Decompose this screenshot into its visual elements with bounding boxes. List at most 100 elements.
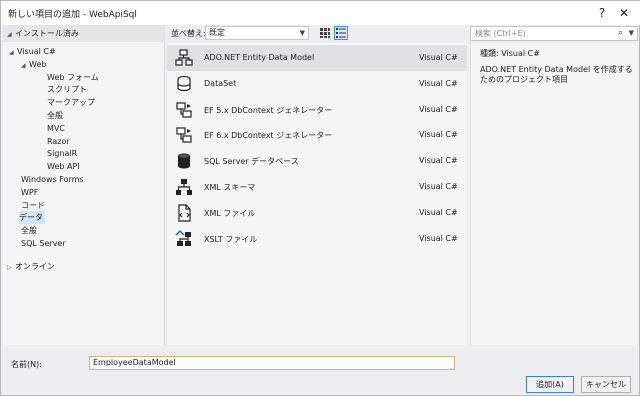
tree-item[interactable]: マークアップ bbox=[47, 96, 95, 109]
tree-item[interactable]: データ bbox=[19, 211, 45, 225]
detail-pane: 種類: Visual C# ADO.NET Entity Data Model … bbox=[470, 43, 638, 345]
tree-item[interactable]: SignalR bbox=[47, 147, 77, 160]
window-title: 新しい項目の追加 - WebApiSql bbox=[8, 10, 137, 20]
tree-item[interactable]: スクリプト bbox=[47, 83, 87, 96]
search-icon[interactable]: ⌕ bbox=[618, 27, 623, 40]
tree-item-label: Web API bbox=[47, 162, 80, 172]
template-item-name: ADO.NET Entity Data Model bbox=[204, 53, 315, 62]
tree-item-label: データ bbox=[19, 213, 43, 223]
online-label: オンライン bbox=[15, 262, 55, 271]
list-view-button[interactable] bbox=[334, 26, 348, 40]
collapse-triangle-icon[interactable]: ◢ bbox=[21, 59, 29, 72]
template-item-language: Visual C# bbox=[419, 53, 458, 62]
installed-label: インストール済み bbox=[15, 29, 79, 38]
tree-item-label: MVC bbox=[47, 123, 65, 133]
xml-schema-icon bbox=[175, 178, 193, 196]
grid-view-button[interactable] bbox=[318, 26, 332, 40]
tree-item[interactable]: ◢ Visual C# bbox=[9, 45, 56, 58]
expand-triangle-icon[interactable]: ▷ bbox=[7, 261, 15, 274]
collapse-triangle-icon[interactable]: ◢ bbox=[7, 28, 15, 41]
tree-item[interactable]: コード bbox=[21, 199, 45, 212]
template-item-name: DataSet bbox=[204, 78, 237, 88]
tree-item-label: スクリプト bbox=[47, 85, 87, 95]
search-options-chevron-icon[interactable]: ▼ bbox=[629, 27, 634, 40]
search-input[interactable]: 検索 (Ctrl+E) ⌕ ▼ bbox=[470, 26, 638, 41]
tree-item[interactable]: 全般 bbox=[47, 109, 63, 122]
template-item-language: Visual C# bbox=[419, 207, 458, 217]
tree-item[interactable]: ◢ Web bbox=[21, 58, 46, 71]
list-toolbar: 並べ替え: 既定 ▼ bbox=[167, 25, 467, 42]
template-item-language: Visual C# bbox=[419, 182, 458, 191]
template-item-name: XML ファイル bbox=[204, 208, 256, 218]
sort-select[interactable]: 既定 ▼ bbox=[205, 26, 309, 40]
database-icon bbox=[175, 152, 193, 170]
template-item[interactable]: XML ファイル Visual C# bbox=[167, 200, 467, 226]
name-input[interactable]: EmployeeDataModel bbox=[89, 356, 455, 370]
template-item-name: XSLT ファイル bbox=[204, 234, 258, 244]
entity-model-icon bbox=[175, 49, 193, 67]
tree-item[interactable]: Web API bbox=[47, 160, 80, 173]
tree-item-online[interactable]: ▷ オンライン bbox=[7, 260, 55, 273]
tree-item-label: Web bbox=[29, 59, 47, 69]
template-list: ADO.NET Entity Data Model Visual C# DataSe… bbox=[167, 43, 467, 345]
name-label: 名前(N): bbox=[11, 360, 42, 369]
tree-item-label: Razor bbox=[47, 136, 70, 146]
template-item[interactable]: ADO.NET Entity Data Model Visual C# bbox=[167, 45, 467, 71]
tree-item[interactable]: 全般 bbox=[21, 224, 37, 237]
chevron-down-icon: ▼ bbox=[299, 29, 305, 37]
search-placeholder: 検索 (Ctrl+E) bbox=[475, 29, 526, 38]
template-item[interactable]: EF 6.x DbContext ジェネレーター Visual C# bbox=[167, 122, 467, 148]
template-kind: 種類: Visual C# bbox=[480, 49, 540, 58]
tree-item[interactable]: Windows Forms bbox=[21, 173, 84, 186]
tree-item-label: マークアップ bbox=[47, 98, 95, 108]
template-item-language: Visual C# bbox=[419, 233, 458, 243]
ef5-generator-icon bbox=[175, 101, 193, 119]
tree-item[interactable]: MVC bbox=[47, 122, 65, 135]
template-item-name: SQL Server データベース bbox=[204, 157, 299, 167]
template-category-pane: ◢ インストール済み ◢ Visual C# ◢ Web Web フォーム スクリプト マーク… bbox=[3, 25, 165, 345]
tree-item-label: Visual C# bbox=[17, 47, 56, 56]
add-button[interactable]: 追加(A) bbox=[526, 376, 574, 393]
collapse-triangle-icon[interactable]: ◢ bbox=[9, 46, 17, 59]
sort-value: 既定 bbox=[209, 28, 225, 37]
tree-item[interactable]: SQL Server bbox=[21, 237, 66, 250]
tree-item[interactable]: Web フォーム bbox=[47, 71, 99, 84]
template-item[interactable]: DataSet Visual C# bbox=[167, 71, 467, 97]
help-button[interactable]: ? bbox=[593, 4, 611, 22]
xml-file-icon bbox=[175, 204, 193, 222]
tree-item-label: Web フォーム bbox=[47, 72, 99, 82]
template-item-language: Visual C# bbox=[419, 78, 458, 88]
close-button[interactable]: ✕ bbox=[615, 4, 633, 22]
template-item[interactable]: EF 5.x DbContext ジェネレーター Visual C# bbox=[167, 97, 467, 123]
sort-label: 並べ替え: bbox=[171, 29, 206, 38]
template-item-language: Visual C# bbox=[419, 156, 458, 166]
template-item[interactable]: SQL Server データベース Visual C# bbox=[167, 148, 467, 174]
tree-item-label: 全般 bbox=[47, 111, 63, 120]
template-item-language: Visual C# bbox=[419, 104, 458, 114]
template-description: ADO.NET Entity Data Model を作成するためのプロジェクト… bbox=[480, 65, 633, 84]
template-item[interactable]: XML スキーマ Visual C# bbox=[167, 174, 467, 200]
ef6-generator-icon bbox=[175, 126, 193, 144]
template-item-language: Visual C# bbox=[419, 130, 458, 140]
tree-item-label: WPF bbox=[21, 187, 39, 197]
add-new-item-dialog: 新しい項目の追加 - WebApiSql ? ✕ ◢ インストール済み ◢ Visu… bbox=[0, 0, 640, 396]
tree-item-label: SQL Server bbox=[21, 239, 66, 248]
template-item-name: EF 6.x DbContext ジェネレーター bbox=[204, 131, 333, 141]
name-row: 名前(N): EmployeeDataModel bbox=[1, 355, 640, 373]
tree-item[interactable]: Razor bbox=[47, 135, 70, 148]
dataset-icon bbox=[175, 75, 193, 93]
tree-item-label: コード bbox=[21, 200, 45, 210]
cancel-button[interactable]: キャンセル bbox=[581, 376, 631, 393]
tree-item-label: Windows Forms bbox=[21, 175, 84, 184]
template-item-name: XML スキーマ bbox=[204, 183, 256, 192]
tree-item-label: SignalR bbox=[47, 149, 78, 159]
title-bar: 新しい項目の追加 - WebApiSql ? ✕ bbox=[1, 1, 640, 25]
grid-view-icon bbox=[320, 28, 330, 38]
installed-header[interactable]: ◢ インストール済み bbox=[3, 25, 165, 42]
template-item-name: EF 5.x DbContext ジェネレーター bbox=[204, 105, 333, 115]
tree-item[interactable]: WPF bbox=[21, 186, 38, 199]
xslt-file-icon bbox=[175, 229, 193, 248]
template-item[interactable]: XSLT ファイル Visual C# bbox=[167, 226, 467, 252]
list-view-icon bbox=[336, 28, 346, 38]
tree-item-label: 全般 bbox=[21, 226, 37, 236]
